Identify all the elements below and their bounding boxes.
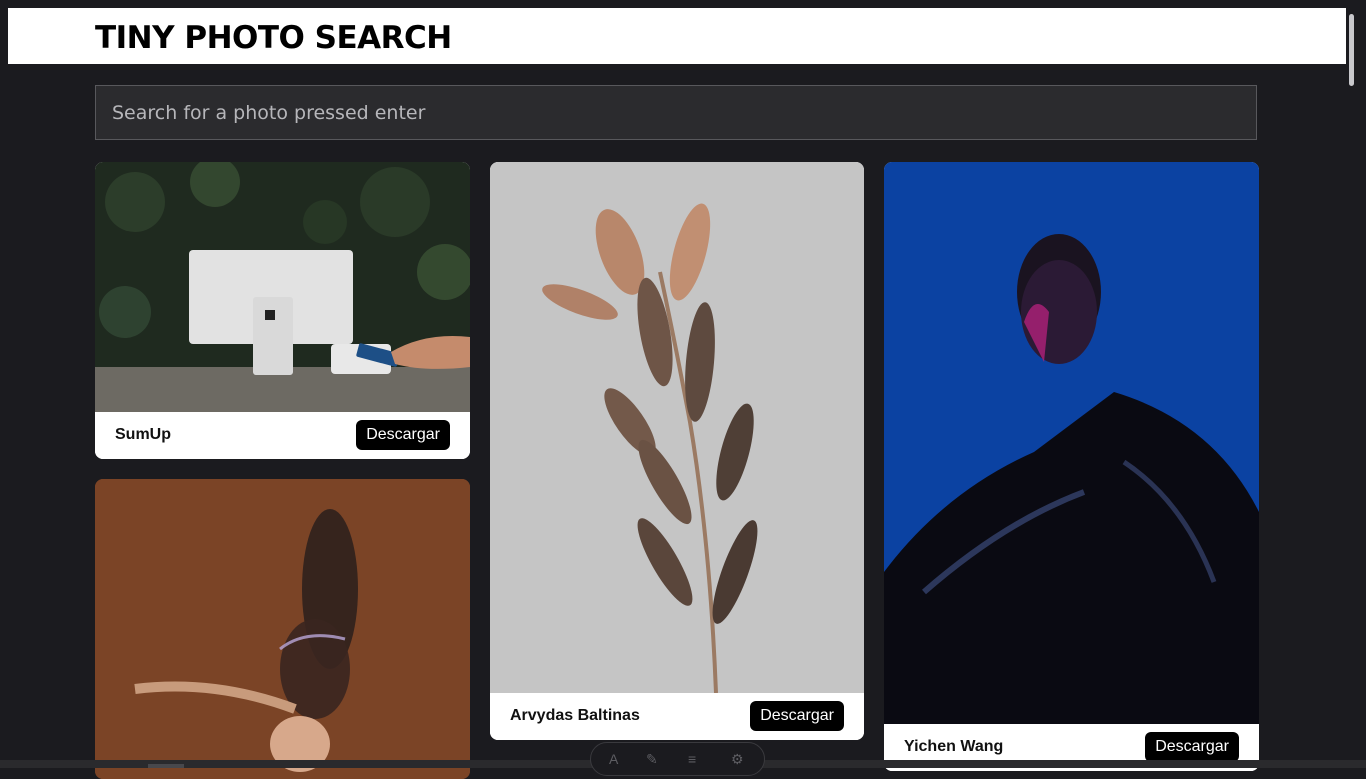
- settings-tool-icon[interactable]: ⚙: [731, 751, 744, 768]
- photo-card[interactable]: [95, 479, 470, 779]
- photo-card[interactable]: Arvydas Baltinas Descargar: [490, 162, 864, 740]
- photo-author: Yichen Wang: [904, 738, 1004, 755]
- app-header: TINY PHOTO SEARCH: [8, 8, 1346, 64]
- photo-card[interactable]: Yichen Wang Descargar: [884, 162, 1259, 771]
- scrollbar-track[interactable]: [1346, 8, 1358, 760]
- scrollbar-thumb[interactable]: [1349, 14, 1354, 86]
- floating-toolbar: A ✎ ≡ ⚙: [590, 742, 765, 776]
- download-button[interactable]: Descargar: [1145, 732, 1239, 762]
- app-frame: TINY PHOTO SEARCH SumUp Descargar: [0, 0, 1366, 779]
- pos-terminal-photo-icon[interactable]: [95, 162, 470, 412]
- text-tool-icon[interactable]: A: [609, 751, 618, 767]
- bottom-strip-marker: [148, 764, 184, 768]
- photo-author: Arvydas Baltinas: [510, 707, 640, 724]
- card-footer: SumUp Descargar: [95, 412, 470, 459]
- brush-tool-icon[interactable]: ✎: [646, 751, 658, 768]
- menu-tool-icon[interactable]: ≡: [688, 751, 696, 767]
- photo-card[interactable]: SumUp Descargar: [95, 162, 470, 459]
- card-footer: Arvydas Baltinas Descargar: [490, 693, 864, 740]
- app-title: TINY PHOTO SEARCH: [95, 20, 452, 56]
- dried-plant-photo-icon[interactable]: [490, 162, 864, 693]
- download-button[interactable]: Descargar: [750, 701, 844, 731]
- dancer-photo-icon[interactable]: [95, 479, 470, 779]
- search-input[interactable]: [95, 85, 1257, 140]
- photo-author: SumUp: [115, 426, 171, 443]
- portrait-photo-icon[interactable]: [884, 162, 1259, 724]
- download-button[interactable]: Descargar: [356, 420, 450, 450]
